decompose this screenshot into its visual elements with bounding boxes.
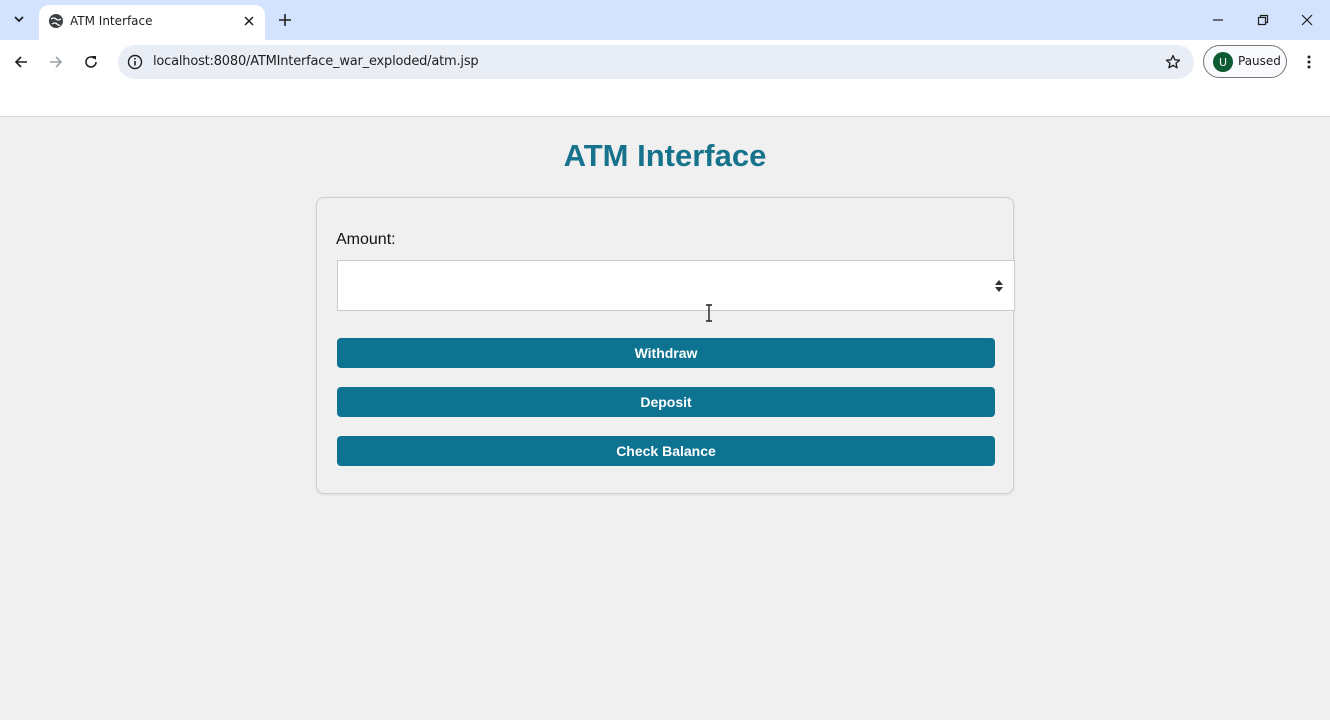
text-cursor-icon	[706, 304, 712, 322]
tab-close-button[interactable]	[239, 11, 259, 31]
chevron-down-icon	[14, 16, 24, 23]
globe-icon	[49, 14, 63, 28]
amount-input[interactable]	[337, 260, 1015, 311]
bookmark-button[interactable]	[1162, 51, 1184, 73]
withdraw-button[interactable]: Withdraw	[337, 338, 995, 368]
page-title: ATM Interface	[563, 138, 767, 173]
deposit-button[interactable]: Deposit	[337, 387, 995, 417]
restore-button[interactable]	[1251, 8, 1275, 32]
tab-title: ATM Interface	[70, 14, 153, 28]
arrow-right-icon	[50, 56, 63, 68]
atm-form-card: Amount: Withdraw Deposit Check Balance	[316, 197, 1015, 494]
browser-toolbar: localhost:8080/ATMInterface_war_exploded…	[0, 40, 1330, 84]
site-info-button[interactable]	[124, 51, 146, 73]
restore-icon	[1257, 14, 1269, 26]
plus-icon	[279, 14, 291, 26]
avatar: U	[1213, 52, 1233, 72]
check-balance-button[interactable]: Check Balance	[337, 436, 995, 466]
close-icon	[244, 16, 254, 26]
browser-menu-button[interactable]	[1298, 50, 1320, 74]
profile-button[interactable]: U Paused	[1203, 45, 1287, 78]
reload-button[interactable]	[79, 50, 103, 74]
more-vert-icon	[1307, 55, 1311, 69]
minimize-button[interactable]	[1206, 8, 1230, 32]
url-text[interactable]: localhost:8080/ATMInterface_war_exploded…	[153, 54, 479, 69]
number-spinner-icon[interactable]	[994, 279, 1004, 293]
page-top-strip	[0, 84, 1330, 117]
address-bar[interactable]: localhost:8080/ATMInterface_war_exploded…	[118, 45, 1194, 79]
tab-search-button[interactable]	[7, 7, 31, 31]
browser-tab[interactable]: ATM Interface	[39, 5, 265, 40]
arrow-left-icon	[14, 56, 27, 68]
reload-icon	[85, 56, 97, 68]
profile-status: Paused	[1238, 54, 1281, 68]
new-tab-button[interactable]	[274, 9, 296, 31]
info-icon	[127, 54, 143, 70]
tab-strip: ATM Interface	[0, 0, 1330, 40]
amount-label: Amount:	[336, 231, 396, 248]
close-icon	[1301, 14, 1313, 26]
window-close-button[interactable]	[1295, 8, 1319, 32]
page-content: ATM Interface Amount: Withdraw Deposit C…	[0, 118, 1330, 720]
forward-button[interactable]	[44, 50, 68, 74]
minimize-icon	[1213, 19, 1223, 21]
back-button[interactable]	[9, 50, 33, 74]
star-icon	[1165, 54, 1181, 69]
